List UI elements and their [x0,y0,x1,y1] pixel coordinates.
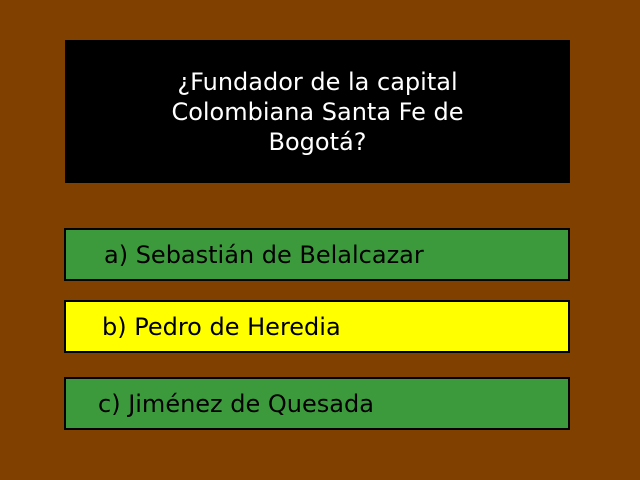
question-text: ¿Fundador de la capital Colombiana Santa… [171,67,464,156]
answer-option-a-label: a) Sebastián de Belalcazar [104,241,424,269]
quiz-slide: ¿Fundador de la capital Colombiana Santa… [0,0,640,480]
answer-option-b-label: b) Pedro de Heredia [102,313,341,341]
answer-option-b[interactable]: b) Pedro de Heredia [64,300,570,353]
answer-option-c[interactable]: c) Jiménez de Quesada [64,377,570,430]
question-box: ¿Fundador de la capital Colombiana Santa… [65,40,570,183]
answer-option-c-label: c) Jiménez de Quesada [98,390,374,418]
answer-option-a[interactable]: a) Sebastián de Belalcazar [64,228,570,281]
